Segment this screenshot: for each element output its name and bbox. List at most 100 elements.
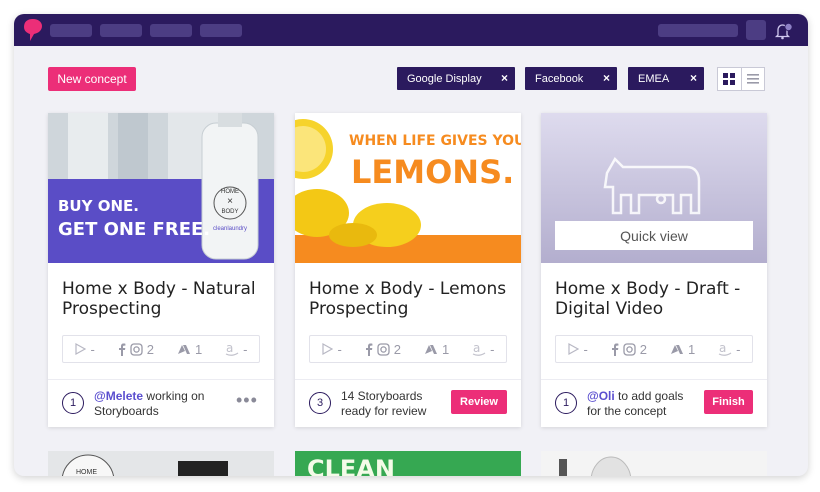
remove-filter-icon[interactable]: ×	[603, 71, 610, 85]
remove-filter-icon[interactable]: ×	[501, 71, 508, 85]
status-text: @Melete working on Storyboards	[94, 389, 214, 419]
new-concept-button[interactable]: New concept	[48, 67, 136, 91]
app-logo-icon[interactable]	[24, 19, 42, 41]
facebook-icon	[611, 343, 619, 356]
facebook-icon	[118, 343, 126, 356]
grid-view-icon	[723, 73, 736, 85]
concept-thumbnail[interactable]: WHEN LIFE GIVES YOU LEMONS.	[295, 113, 521, 263]
nav-item-3[interactable]	[150, 24, 192, 37]
nav-item-1[interactable]	[50, 24, 92, 37]
thumbnail-text: CLEAN	[307, 455, 395, 476]
social-count: 2	[393, 341, 401, 357]
social-count: 2	[146, 341, 154, 357]
adwords-stat: 1	[424, 342, 449, 357]
display-count: -	[583, 341, 588, 357]
filter-chip-label: Google Display	[407, 72, 482, 85]
card-divider	[541, 379, 767, 380]
concept-title[interactable]: Home x Body - Draft - Digital Video	[555, 279, 755, 319]
social-stat: 2	[118, 342, 154, 357]
nav-item-4[interactable]	[200, 24, 242, 37]
amazon-icon: a	[472, 343, 486, 356]
card-divider	[295, 379, 521, 380]
finish-button[interactable]: Finish	[704, 390, 753, 414]
display-stat: -	[321, 341, 342, 357]
play-icon	[322, 343, 334, 355]
social-count: 2	[639, 341, 647, 357]
amazon-icon: a	[225, 343, 239, 356]
adwords-stat: 1	[670, 342, 695, 357]
adwords-stat: 1	[177, 342, 202, 357]
filter-chip-label: Facebook	[535, 72, 584, 85]
more-options-icon[interactable]: •••	[236, 391, 258, 409]
remove-filter-icon[interactable]: ×	[690, 71, 697, 85]
concept-card[interactable]: HOME	[48, 451, 274, 476]
adwords-icon	[177, 345, 190, 354]
thumbnail-headline-1: BUY ONE.	[58, 197, 139, 215]
avatar[interactable]	[746, 20, 766, 40]
concept-thumbnail[interactable]: Quick view	[541, 113, 767, 263]
thumbnail-image	[48, 113, 274, 263]
user-mention[interactable]: @Oli	[587, 389, 615, 403]
display-count: -	[337, 341, 342, 357]
quick-view-button[interactable]: Quick view	[555, 221, 753, 250]
thumbnail-headline-2: GET ONE FREE.	[58, 219, 211, 240]
amazon-icon: a	[718, 343, 732, 356]
filter-chip-facebook: Facebook ×	[525, 67, 617, 90]
thumbnail-headline-2: LEMONS.	[351, 153, 515, 191]
instagram-icon	[130, 342, 143, 356]
amazon-stat: a -	[718, 342, 740, 357]
adwords-icon	[424, 345, 437, 354]
concept-card[interactable]: WHEN LIFE GIVES YOU LEMONS. Home x Body …	[295, 113, 521, 427]
thumbnail-image	[541, 451, 767, 476]
display-stat: -	[74, 341, 95, 357]
play-icon	[75, 343, 87, 355]
concept-card[interactable]: BUY ONE. GET ONE FREE. HOME × BODY clean…	[48, 113, 274, 427]
grid-view-button[interactable]	[718, 68, 741, 90]
bottle-label-1: HOME	[221, 189, 239, 195]
status-text: @Oli to add goals for the concept	[587, 389, 699, 419]
adwords-count: 1	[194, 341, 203, 357]
concept-card[interactable]: Quick view Home x Body - Draft - Digital…	[541, 113, 767, 427]
svg-text:a: a	[473, 343, 480, 355]
filter-chip-emea: EMEA ×	[628, 67, 704, 90]
amazon-stat: a -	[472, 342, 494, 357]
concept-card[interactable]: CLEAN	[295, 451, 521, 476]
thumbnail-text: HOME	[76, 469, 97, 476]
play-icon	[568, 343, 580, 355]
bottle-label-4: cleanlaundry	[212, 226, 248, 232]
facebook-icon	[365, 343, 373, 356]
app-window: New concept Google Display × Facebook × …	[14, 14, 808, 476]
concept-thumbnail[interactable]: BUY ONE. GET ONE FREE. HOME × BODY clean…	[48, 113, 274, 263]
amazon-count: -	[736, 341, 741, 357]
bottle-label-3: BODY	[221, 209, 239, 215]
bell-icon[interactable]	[774, 22, 792, 40]
display-count: -	[90, 341, 95, 357]
list-view-button[interactable]	[740, 68, 764, 90]
channel-stats: - 2 1 a -	[555, 335, 753, 363]
adwords-count: 1	[441, 341, 450, 357]
instagram-icon	[623, 342, 636, 356]
search-field[interactable]	[658, 24, 738, 37]
user-mention[interactable]: @Melete	[94, 389, 143, 403]
concept-title[interactable]: Home x Body - Lemons Prospecting	[309, 279, 509, 319]
view-toggle	[717, 67, 765, 91]
amazon-count: -	[490, 341, 495, 357]
step-indicator: 1	[555, 392, 577, 414]
adwords-icon	[670, 345, 683, 354]
concept-title[interactable]: Home x Body - Natural Prospecting	[62, 279, 262, 319]
status-text: 14 Storyboards ready for review	[341, 389, 445, 419]
bottle-label-2: ×	[227, 196, 233, 207]
list-view-icon	[746, 74, 759, 84]
concept-card[interactable]	[541, 451, 767, 476]
review-button[interactable]: Review	[451, 390, 507, 414]
social-stat: 2	[611, 342, 647, 357]
display-stat: -	[567, 341, 588, 357]
filter-chip-google-display: Google Display ×	[397, 67, 515, 90]
thumbnail-headline-1: WHEN LIFE GIVES YOU	[349, 133, 521, 149]
amazon-stat: a -	[225, 342, 247, 357]
step-indicator: 1	[62, 392, 84, 414]
nav-item-2[interactable]	[100, 24, 142, 37]
channel-stats: - 2 1 a -	[62, 335, 260, 363]
adwords-count: 1	[687, 341, 696, 357]
svg-text:a: a	[226, 343, 233, 355]
